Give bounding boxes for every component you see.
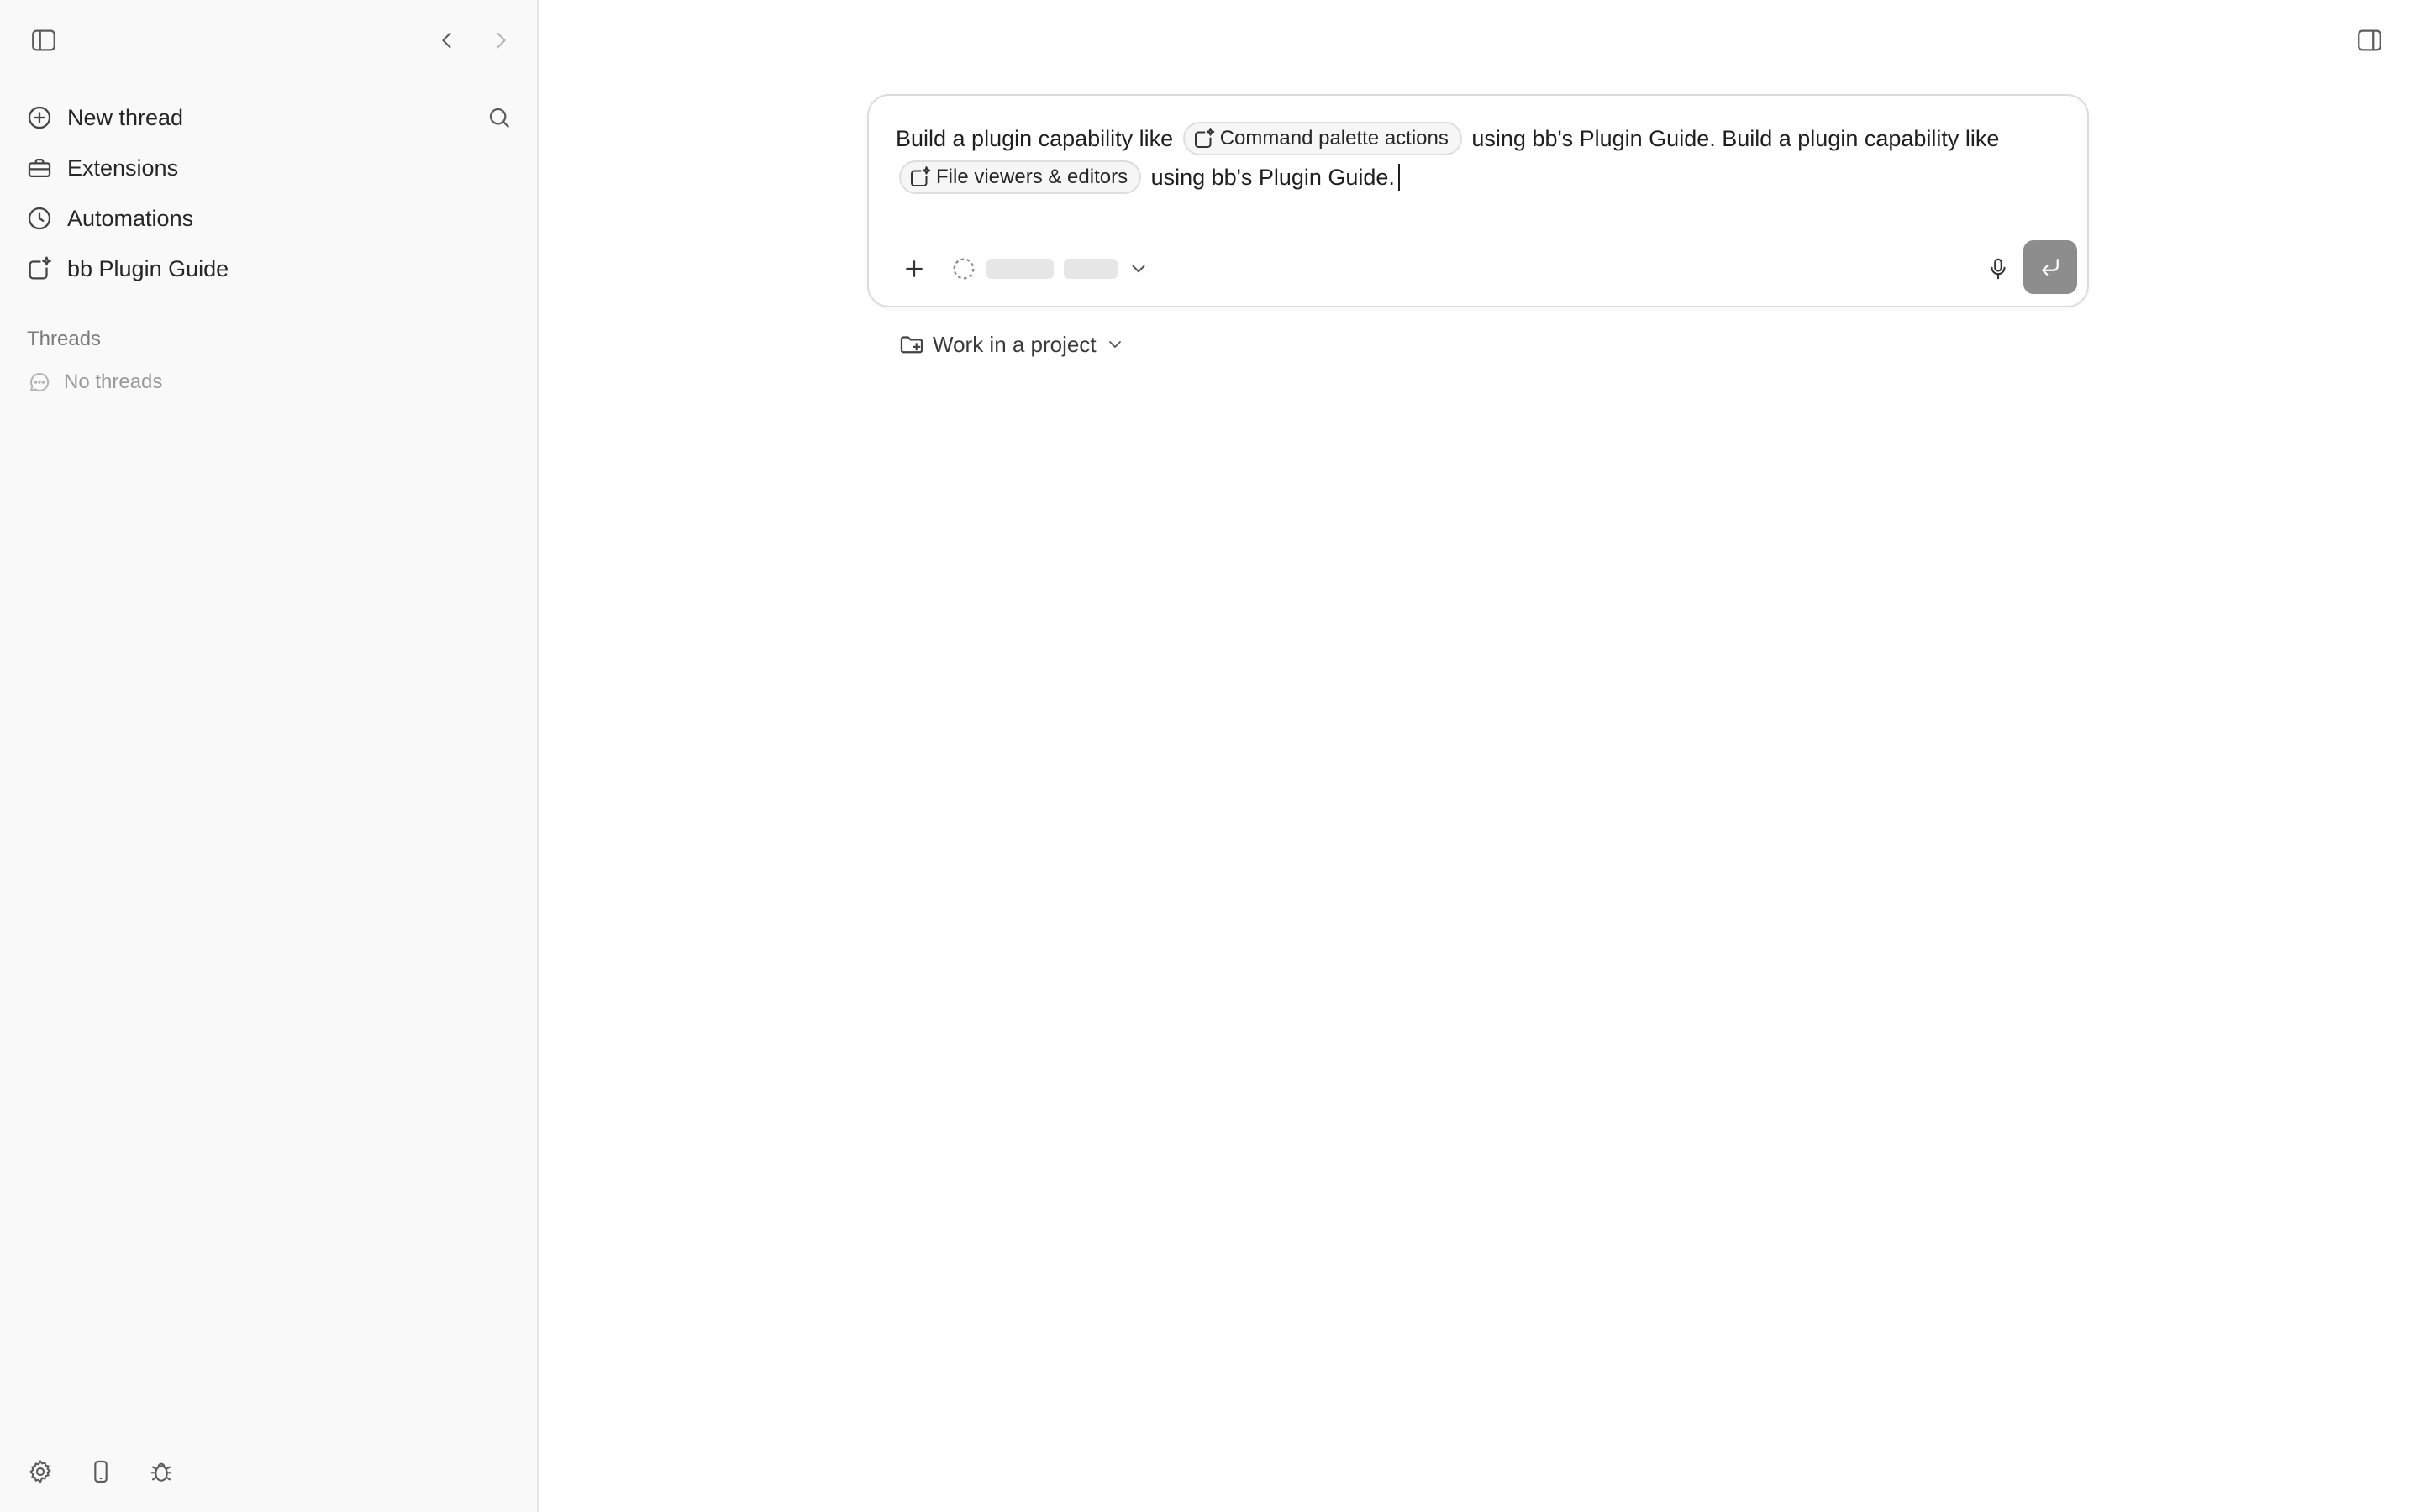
toolbox-icon bbox=[28, 158, 51, 178]
back-button[interactable] bbox=[427, 20, 467, 60]
app-window: New thread Extensions Automations bb Plu… bbox=[0, 0, 2420, 1512]
prompt-text: using bb's Plugin Guide. Build a plugin … bbox=[1471, 126, 2000, 151]
plus-circle-icon bbox=[28, 106, 51, 129]
gear-icon bbox=[29, 1459, 51, 1484]
plugin-sparkle-icon bbox=[1194, 128, 1214, 148]
sidebar: New thread Extensions Automations bb Plu… bbox=[0, 0, 539, 1512]
chevron-down-icon bbox=[1132, 265, 1145, 273]
plugin-sparkle-icon bbox=[911, 166, 931, 186]
sidebar-item-extensions[interactable]: Extensions bbox=[25, 144, 496, 192]
toggle-right-panel-button[interactable] bbox=[2349, 20, 2390, 60]
enter-arrow-icon bbox=[2042, 259, 2059, 276]
chevron-down-icon bbox=[1108, 341, 1121, 348]
folder-plus-icon bbox=[900, 336, 923, 354]
sidebar-item-label: New thread bbox=[67, 104, 184, 130]
project-selector[interactable]: Work in a project bbox=[897, 328, 1125, 361]
prompt-input[interactable]: Build a plugin capability like Command p… bbox=[896, 119, 2039, 197]
voice-input-button[interactable] bbox=[1978, 249, 2018, 289]
chip-label: File viewers & editors bbox=[936, 165, 1128, 188]
model-selector[interactable] bbox=[950, 252, 1150, 286]
loading-spinner-icon bbox=[953, 258, 975, 280]
model-name-placeholder bbox=[986, 259, 1054, 279]
text-cursor bbox=[1397, 163, 1400, 191]
model-variant-placeholder bbox=[1064, 259, 1118, 279]
right-panel-icon bbox=[2358, 29, 2381, 51]
sidebar-item-automations[interactable]: Automations bbox=[25, 195, 496, 242]
settings-button[interactable] bbox=[20, 1452, 60, 1492]
prompt-composer[interactable]: Build a plugin capability like Command p… bbox=[867, 94, 2089, 307]
threads-empty-state: No threads bbox=[27, 370, 162, 395]
microphone-icon bbox=[1991, 258, 2006, 280]
project-selector-label: Work in a project bbox=[933, 331, 1097, 357]
debug-button[interactable] bbox=[141, 1452, 182, 1492]
sidebar-item-new-thread[interactable]: New thread bbox=[25, 94, 496, 141]
capability-chip[interactable]: File viewers & editors bbox=[899, 160, 1142, 194]
phone-icon bbox=[94, 1460, 108, 1483]
chip-label: Command palette actions bbox=[1219, 126, 1449, 150]
clock-icon bbox=[28, 207, 51, 230]
prompt-text: using bb's Plugin Guide. bbox=[1150, 165, 1395, 190]
sidebar-item-label: Automations bbox=[67, 205, 194, 231]
sidebar-item-bb-plugin-guide[interactable]: bb Plugin Guide bbox=[25, 245, 496, 292]
search-button[interactable] bbox=[479, 97, 519, 138]
bug-icon bbox=[150, 1462, 172, 1482]
prompt-text: Build a plugin capability like bbox=[896, 126, 1174, 151]
search-icon bbox=[489, 108, 509, 128]
sidebar-toggle-icon bbox=[32, 29, 55, 51]
toggle-sidebar-button[interactable] bbox=[24, 20, 64, 60]
capability-chip[interactable]: Command palette actions bbox=[1182, 121, 1462, 155]
forward-button[interactable] bbox=[481, 20, 521, 60]
chevron-right-icon bbox=[497, 32, 506, 49]
plus-icon bbox=[906, 260, 923, 277]
threads-empty-label: No threads bbox=[64, 370, 163, 393]
threads-heading: Threads bbox=[27, 328, 102, 350]
sidebar-item-label: bb Plugin Guide bbox=[67, 255, 229, 281]
mobile-button[interactable] bbox=[81, 1452, 121, 1492]
send-button[interactable] bbox=[2023, 240, 2077, 294]
sidebar-item-label: Extensions bbox=[67, 155, 179, 181]
chat-bubble-icon bbox=[30, 372, 50, 391]
plugin-sparkle-icon bbox=[29, 256, 51, 280]
add-attachment-button[interactable] bbox=[894, 249, 934, 289]
chevron-left-icon bbox=[442, 32, 451, 49]
